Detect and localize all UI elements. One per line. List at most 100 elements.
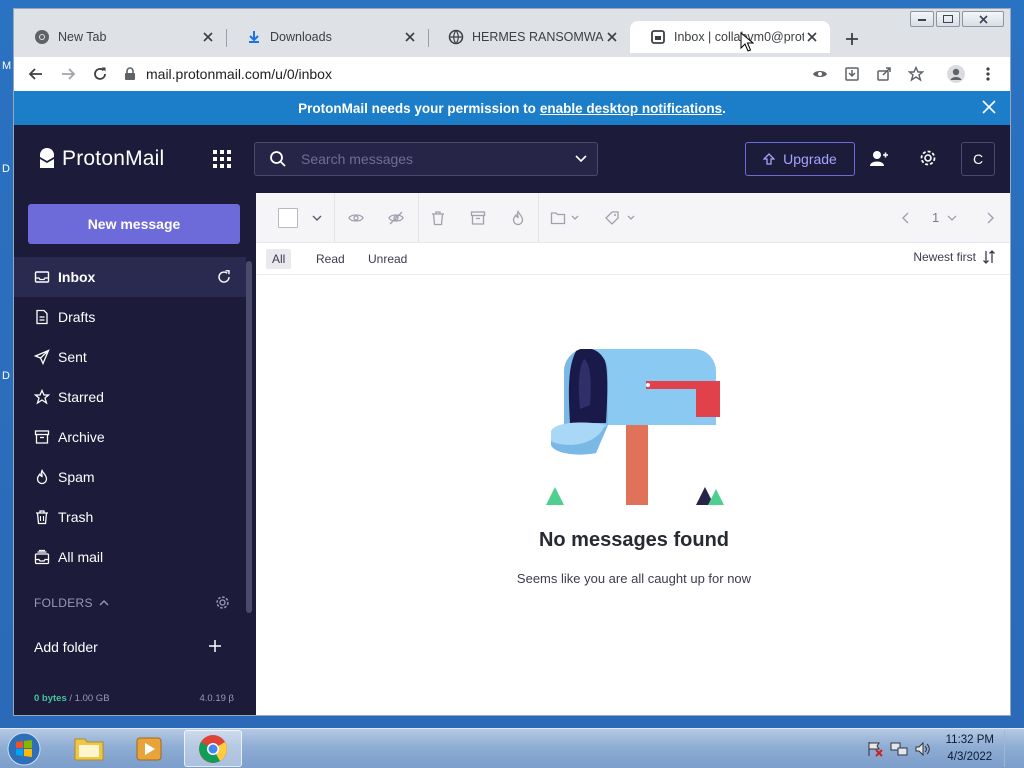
forward-icon[interactable] bbox=[58, 64, 78, 84]
download-icon bbox=[246, 29, 262, 45]
sidebar-item-spam[interactable]: Spam bbox=[14, 457, 246, 497]
lock-icon bbox=[124, 67, 136, 81]
select-all-checkbox[interactable] bbox=[278, 208, 298, 228]
label-tag-icon[interactable] bbox=[604, 210, 644, 226]
sidebar-item-sent[interactable]: Sent bbox=[14, 337, 246, 377]
protonmail-logo[interactable]: ProtonMail bbox=[38, 147, 164, 171]
tab-title: Downloads bbox=[270, 30, 332, 44]
folder-settings-gear-icon[interactable] bbox=[215, 595, 230, 610]
tab-inbox[interactable]: Inbox | collabvm0@proton bbox=[630, 21, 830, 53]
sidebar-item-starred[interactable]: Starred bbox=[14, 377, 246, 417]
taskbar-explorer[interactable] bbox=[62, 730, 116, 767]
add-folder-item[interactable]: Add folder bbox=[14, 627, 246, 667]
filter-all[interactable]: All bbox=[266, 249, 292, 269]
install-icon[interactable] bbox=[842, 64, 862, 84]
close-icon[interactable] bbox=[604, 29, 620, 45]
chevron-down-icon[interactable] bbox=[312, 210, 324, 226]
share-icon[interactable] bbox=[874, 64, 894, 84]
tab-hermes-ransomware[interactable]: HERMES RANSOMWARE bbox=[428, 21, 630, 53]
window-close-button[interactable] bbox=[962, 11, 1004, 27]
minimize-button[interactable] bbox=[910, 11, 934, 27]
mouse-cursor bbox=[740, 32, 754, 52]
search-input[interactable] bbox=[301, 151, 575, 167]
action-center-flag-icon[interactable] bbox=[866, 740, 884, 758]
user-avatar[interactable]: C bbox=[961, 142, 995, 176]
mark-read-eye-icon[interactable] bbox=[348, 210, 364, 226]
mark-unread-eye-icon[interactable] bbox=[388, 210, 404, 226]
sidebar: New message Inbox Drafts Sent Starred Ar… bbox=[14, 193, 256, 715]
new-tab-button[interactable] bbox=[840, 27, 864, 51]
notification-banner: ProtonMail needs your permission to enab… bbox=[14, 91, 1010, 125]
tab-title: HERMES RANSOMWARE bbox=[472, 30, 604, 44]
page-number[interactable]: 1 bbox=[932, 210, 939, 225]
inbox-icon bbox=[34, 269, 50, 285]
archive-icon[interactable] bbox=[470, 210, 486, 226]
sidebar-item-inbox[interactable]: Inbox bbox=[14, 257, 246, 297]
apps-grid-icon[interactable] bbox=[212, 149, 234, 171]
eye-icon[interactable] bbox=[810, 64, 830, 84]
profile-icon[interactable] bbox=[946, 64, 966, 84]
chevron-down-icon[interactable] bbox=[575, 155, 587, 163]
message-list-pane: 1 All Read Unread Newest first No messag… bbox=[256, 193, 1010, 715]
chevron-left-icon[interactable] bbox=[898, 210, 914, 226]
system-clock[interactable]: 11:32 PM 4/3/2022 bbox=[946, 732, 994, 766]
upgrade-button[interactable]: Upgrade bbox=[745, 142, 855, 176]
tab-new-tab[interactable]: New Tab bbox=[14, 21, 226, 53]
logo-text: ProtonMail bbox=[62, 147, 165, 170]
system-tray: 11:32 PM 4/3/2022 bbox=[860, 731, 1014, 767]
tab-title: Inbox | collabvm0@proton bbox=[674, 30, 804, 44]
upgrade-label: Upgrade bbox=[783, 151, 837, 167]
sidebar-item-all-mail[interactable]: All mail bbox=[14, 537, 246, 577]
enable-notifications-link[interactable]: enable desktop notifications bbox=[540, 101, 722, 116]
sidebar-item-archive[interactable]: Archive bbox=[14, 417, 246, 457]
taskbar-chrome[interactable] bbox=[184, 730, 242, 767]
sidebar-scrollbar[interactable] bbox=[246, 261, 252, 613]
contacts-icon[interactable] bbox=[869, 149, 889, 169]
search-icon bbox=[269, 150, 287, 168]
tab-downloads[interactable]: Downloads bbox=[226, 21, 428, 53]
chevron-down-icon[interactable] bbox=[946, 210, 962, 226]
empty-state-title: No messages found bbox=[538, 529, 730, 551]
filter-read[interactable]: Read bbox=[310, 249, 351, 269]
filter-unread[interactable]: Unread bbox=[362, 249, 413, 269]
filter-bar: All Read Unread Newest first bbox=[256, 243, 1010, 275]
show-desktop-button[interactable] bbox=[1004, 731, 1014, 767]
reload-icon[interactable] bbox=[90, 64, 110, 84]
sidebar-item-label: All mail bbox=[58, 549, 104, 565]
volume-icon[interactable] bbox=[914, 740, 932, 758]
start-button[interactable] bbox=[4, 730, 44, 768]
taskbar-media-player[interactable] bbox=[122, 730, 176, 767]
url-text: mail.protonmail.com/u/0/inbox bbox=[146, 66, 332, 82]
folders-section-header[interactable]: FOLDERS bbox=[14, 583, 246, 623]
spam-icon[interactable] bbox=[510, 210, 526, 226]
drafts-icon bbox=[34, 309, 50, 325]
address-bar[interactable]: mail.protonmail.com/u/0/inbox bbox=[124, 61, 804, 87]
close-icon[interactable] bbox=[402, 29, 418, 45]
close-icon[interactable] bbox=[200, 29, 216, 45]
sort-dropdown[interactable]: Newest first bbox=[913, 250, 996, 264]
maximize-button[interactable] bbox=[936, 11, 960, 27]
refresh-icon[interactable] bbox=[216, 269, 232, 285]
trash-icon[interactable] bbox=[430, 210, 446, 226]
protonmail-app: ProtonMail Upgrade C bbox=[14, 125, 1010, 715]
move-to-folder-icon[interactable] bbox=[550, 210, 590, 226]
network-icon[interactable] bbox=[890, 740, 908, 758]
chevron-right-icon[interactable] bbox=[982, 210, 998, 226]
close-icon[interactable] bbox=[982, 100, 998, 116]
bookmark-star-icon[interactable] bbox=[906, 64, 926, 84]
new-message-button[interactable]: New message bbox=[28, 204, 240, 244]
storage-info: 0 bytes / 1.00 GB 4.0.19 β bbox=[34, 693, 234, 704]
plus-icon[interactable] bbox=[208, 639, 222, 653]
trash-icon bbox=[34, 509, 50, 525]
star-icon bbox=[34, 389, 50, 405]
settings-gear-icon[interactable] bbox=[919, 149, 939, 169]
chrome-icon bbox=[34, 29, 50, 45]
empty-state-subtitle: Seems like you are all caught up for now bbox=[516, 571, 752, 586]
sidebar-item-label: Drafts bbox=[58, 309, 96, 325]
close-icon[interactable] bbox=[804, 29, 820, 45]
browser-toolbar: mail.protonmail.com/u/0/inbox bbox=[14, 57, 1010, 91]
browser-menu-icon[interactable] bbox=[978, 64, 998, 84]
back-icon[interactable] bbox=[26, 64, 46, 84]
sidebar-item-drafts[interactable]: Drafts bbox=[14, 297, 246, 337]
sidebar-item-trash[interactable]: Trash bbox=[14, 497, 246, 537]
